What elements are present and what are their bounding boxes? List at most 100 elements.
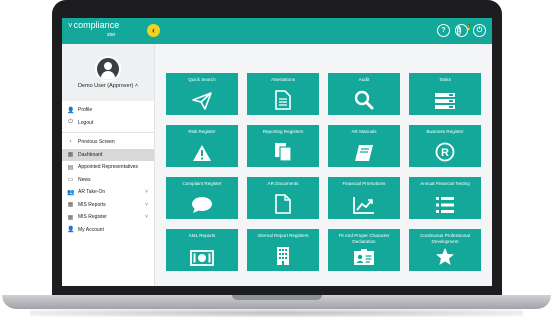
help-icon[interactable]: ? (437, 24, 450, 37)
tile-label: AR Manuals (351, 129, 377, 134)
sidebar-item-logout[interactable]: ⏻ Logout (62, 117, 154, 130)
laptop-notch (232, 295, 322, 300)
tile-audit[interactable]: Audit (328, 73, 400, 115)
register-icon: ▦ (67, 214, 74, 221)
tile-label: Continuous Professional Development (420, 233, 470, 244)
tile-business-register[interactable]: Business Register R (409, 125, 481, 167)
tile-label: Tasks (439, 77, 451, 82)
sidebar: Demo User (Approver) ˄ 👤 Profile ⏻ Logou… (62, 44, 155, 286)
tile-label: Business Register (426, 129, 464, 134)
chevron-up-icon: ˄ (134, 83, 139, 89)
tile-label: Complaint Register (182, 181, 222, 186)
power-icon: ⏻ (68, 119, 73, 126)
star-icon (436, 248, 454, 265)
tile-tasks[interactable]: Tasks (409, 73, 481, 115)
account-icon: 👤 (67, 227, 75, 234)
tile-label: Reporting Registers (262, 129, 304, 134)
sidebar-item-label: Dashboard (78, 151, 103, 158)
tile-ar-documents[interactable]: AR Documents (247, 177, 319, 219)
tile-ar-manuals[interactable]: AR Manuals (328, 125, 400, 167)
power-icon[interactable]: ⏻ (473, 24, 486, 37)
copy-icon (275, 143, 292, 162)
chevron-down-icon: ˅ (145, 201, 148, 208)
avatar (95, 56, 121, 82)
list-icon: ▤ (67, 164, 74, 171)
tile-annual-financial-testing[interactable]: Annual Financial Testing (409, 177, 481, 219)
user-icon: 👤 (67, 107, 75, 114)
collapse-sidebar-button[interactable]: ‹ (147, 24, 160, 37)
tile-complaint-register[interactable]: Complaint Register (166, 177, 238, 219)
comment-icon (192, 197, 212, 213)
tile-aml-reports[interactable]: AML Reports (166, 229, 238, 271)
tile-label: Attestations (270, 77, 295, 82)
sidebar-item-previous-screen[interactable]: ‹ Previous Screen (62, 136, 154, 149)
sidebar-item-mis-reports[interactable]: ▦ MIS Reports ˅ (62, 199, 154, 212)
tile-label: AR Documents (267, 181, 299, 186)
tile-label: Annual Financial Testing (420, 181, 470, 186)
notification-icon[interactable]: ! 0 (455, 24, 471, 37)
id-card-icon (354, 249, 374, 265)
chart-line-icon (353, 197, 374, 214)
news-icon: ▭ (67, 177, 74, 184)
tile-attestations[interactable]: Attestations (247, 73, 319, 115)
list-icon (436, 197, 454, 213)
book-icon (355, 145, 373, 161)
tile-quick-search[interactable]: Quick Search (166, 73, 238, 115)
tile-label: Quick Search (188, 77, 216, 82)
sidebar-item-label: Logout (78, 119, 94, 126)
sidebar-item-label: Previous Screen (78, 139, 115, 146)
sidebar-item-label: Profile (78, 107, 93, 114)
registered-icon: R (435, 142, 455, 162)
notification-glyph: ! (456, 26, 462, 35)
sidebar-item-mis-register[interactable]: ▦ MIS Register ˅ (62, 211, 154, 224)
notification-badge: 0 (467, 24, 471, 30)
sidebar-menu: 👤 Profile ⏻ Logout ‹ Previous Screen ▦ D… (62, 104, 154, 236)
tasks-icon (435, 93, 455, 109)
svg-text:R: R (441, 147, 449, 159)
user-menu-toggle[interactable]: Demo User (Approver) ˄ (62, 83, 154, 89)
tile-risk-register[interactable]: Risk Register (166, 125, 238, 167)
warning-icon (193, 145, 211, 161)
file-icon (275, 194, 291, 214)
chevron-down-icon: ˅ (145, 189, 148, 196)
sidebar-item-label: MIS Register (78, 214, 107, 221)
chevron-down-icon: ˅ (145, 214, 148, 221)
sidebar-item-dashboard[interactable]: ▦ Dashboard (62, 148, 154, 161)
tile-fit-and-proper[interactable]: Fit And Proper Character Declaration (328, 229, 400, 271)
tile-financial-promotions[interactable]: Financial Promotions (328, 177, 400, 219)
document-icon (275, 90, 291, 110)
paper-plane-icon (192, 92, 212, 110)
logo-text: compliance (73, 20, 120, 30)
tile-internal-report-registers[interactable]: Internal Report Registers (247, 229, 319, 271)
sidebar-item-appointed-representatives[interactable]: ▤ Appointed Representatives (62, 161, 154, 174)
sidebar-item-news[interactable]: ▭ News (62, 174, 154, 187)
sidebar-item-my-account[interactable]: 👤 My Account (62, 224, 154, 237)
sidebar-divider (62, 132, 154, 133)
sidebar-item-profile[interactable]: 👤 Profile (62, 104, 154, 117)
sidebar-item-label: News (78, 176, 91, 183)
search-icon (354, 90, 374, 110)
tile-label: Audit (358, 77, 370, 82)
building-icon (277, 247, 289, 265)
profile-card: Demo User (Approver) ˄ (62, 44, 154, 101)
topbar-actions: ? ! 0 ⏻ (437, 24, 486, 37)
tile-label: Fit And Proper Character Declaration (338, 233, 390, 244)
tile-label: Risk Register (188, 129, 216, 134)
app-logo[interactable]: ˅compliance star (68, 20, 120, 39)
sidebar-item-label: Appointed Representatives (78, 164, 139, 171)
money-icon (190, 250, 214, 266)
laptop-shadow (30, 309, 523, 317)
sidebar-item-label: MIS Reports (78, 201, 106, 208)
sidebar-item-ar-take-on[interactable]: 👥 AR Take-On ˅ (62, 186, 154, 199)
sidebar-item-label: AR Take-On (78, 189, 106, 196)
reports-icon: ▦ (67, 202, 74, 209)
users-icon: 👥 (67, 189, 75, 196)
tile-reporting-registers[interactable]: Reporting Registers (247, 125, 319, 167)
user-name: Demo User (Approver) (77, 83, 134, 89)
logo-subtext: star (107, 32, 116, 38)
tile-label: Financial Promotions (342, 181, 386, 186)
logo-chevron: ˅ (68, 21, 73, 30)
dashboard-icon: ▦ (67, 152, 74, 159)
sidebar-item-label: My Account (78, 226, 104, 233)
tile-continuous-professional-development[interactable]: Continuous Professional Development (409, 229, 481, 271)
